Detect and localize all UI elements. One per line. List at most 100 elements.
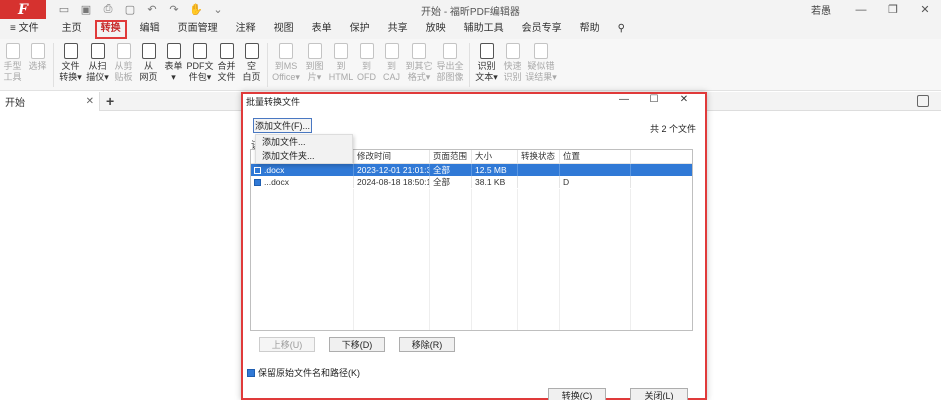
- to-other-format-icon: [412, 43, 426, 59]
- menu-convert[interactable]: 转换: [94, 19, 127, 39]
- ribbon-toolbar: 手型 工具 选择 文件 转换▾ 从扫 描仪▾ 从剪 贴板从网页 表单 ▾ PDF文 件包▾ 合并 文件空白页…: [0, 39, 941, 91]
- close-button[interactable]: 关闭(L): [630, 388, 688, 400]
- restore-icon[interactable]: ❐: [877, 3, 909, 16]
- blank-page-button[interactable]: 空白页: [239, 39, 264, 83]
- form-button[interactable]: 表单 ▾: [161, 39, 186, 83]
- form-label: 表单 ▾: [164, 61, 183, 82]
- redo-icon[interactable]: ↷: [166, 3, 182, 16]
- suspect-results-button[interactable]: 疑似错 误结果▾: [525, 39, 557, 83]
- menu-protect[interactable]: 保护: [341, 19, 379, 39]
- keep-path-label: 保留原始文件名和路径(K): [258, 368, 360, 378]
- add-file-dropdown: 添加文件... 添加文件夹...: [255, 134, 353, 164]
- menu-member[interactable]: 会员专享: [513, 19, 571, 39]
- from-webpage-button[interactable]: 从网页: [136, 39, 161, 83]
- from-scanner-button[interactable]: 从扫 描仪▾: [84, 39, 111, 83]
- select-tool-button[interactable]: 选择: [25, 39, 50, 72]
- file-convert-button[interactable]: 文件 转换▾: [57, 39, 84, 83]
- print-icon[interactable]: ⎙: [100, 3, 116, 16]
- undo-icon[interactable]: ↶: [144, 3, 160, 16]
- keep-path-checkbox[interactable]: [247, 368, 255, 377]
- merge-files-button[interactable]: 合并 文件: [214, 39, 239, 83]
- merge-files-icon: [219, 43, 234, 59]
- table-row[interactable]: ...docx 2024-08-18 18:50:13 全部 38.1 KB D: [251, 176, 692, 188]
- chevron-down-icon[interactable]: ⌄: [210, 3, 226, 16]
- tab-start[interactable]: 开始 ✕: [0, 91, 100, 111]
- quick-ocr-button[interactable]: 快速 识别: [500, 39, 525, 83]
- menu-file[interactable]: ≡ 文件: [0, 19, 53, 39]
- file-name: .docx: [264, 165, 285, 175]
- remove-button[interactable]: 移除(R): [399, 337, 455, 352]
- col-location[interactable]: 位置: [560, 150, 631, 163]
- ribbon-separator: [267, 43, 268, 87]
- close-icon[interactable]: ✕: [909, 3, 941, 16]
- menu-form[interactable]: 表单: [303, 19, 341, 39]
- convert-button[interactable]: 转换(C): [548, 388, 606, 400]
- add-file-button[interactable]: 添加文件(F)...: [253, 118, 312, 133]
- menu-accessibility[interactable]: 辅助工具: [455, 19, 513, 39]
- move-down-button[interactable]: 下移(D): [329, 337, 385, 352]
- dialog-minimize-icon[interactable]: —: [609, 94, 639, 105]
- file-location: [560, 164, 631, 176]
- ribbon-separator: [469, 43, 470, 87]
- page-range[interactable]: 全部: [430, 164, 472, 176]
- menu-add-folder[interactable]: 添加文件夹...: [256, 149, 352, 163]
- save-icon[interactable]: ▣: [78, 3, 94, 16]
- menu-home[interactable]: 主页: [53, 19, 91, 39]
- row-checkbox[interactable]: [254, 167, 261, 174]
- page-range[interactable]: 全部: [430, 176, 472, 188]
- to-html-button[interactable]: 到 HTML: [328, 39, 354, 83]
- new-icon[interactable]: ▢: [122, 3, 138, 16]
- menu-share[interactable]: 共享: [379, 19, 417, 39]
- move-up-button[interactable]: 上移(U): [259, 337, 315, 352]
- to-caj-icon: [384, 43, 399, 59]
- dialog-close-icon[interactable]: ✕: [669, 94, 699, 105]
- menu-comment[interactable]: 注释: [227, 19, 265, 39]
- col-size[interactable]: 大小: [472, 150, 518, 163]
- menu-present[interactable]: 放映: [417, 19, 455, 39]
- quick-ocr-label: 快速 识别: [503, 61, 522, 82]
- menu-add-file[interactable]: 添加文件...: [256, 135, 352, 149]
- dialog-maximize-icon[interactable]: ☐: [639, 94, 669, 105]
- col-status[interactable]: 转换状态: [518, 150, 560, 163]
- table-row[interactable]: .docx 2023-12-01 21:01:37 全部 12.5 MB: [251, 164, 692, 176]
- file-list[interactable]: 修改时间 页面范围 大小 转换状态 位置 .docx 2023-12-01 21…: [250, 149, 693, 331]
- menu-view[interactable]: 视图: [265, 19, 303, 39]
- select-tool-icon: [30, 43, 45, 59]
- to-image-icon: [307, 43, 322, 59]
- ribbon-separator: [53, 43, 54, 87]
- to-caj-label: 到 CAJ: [382, 61, 400, 82]
- col-range[interactable]: 页面范围: [430, 150, 472, 163]
- pdf-portfolio-button[interactable]: PDF文 件包▾: [186, 39, 214, 83]
- title-bar: F ▭ ▣ ⎙ ▢ ↶ ↷ ✋ ⌄ 开始 - 福昕PDF编辑器 若愚 — ❐ ✕: [0, 0, 941, 19]
- col-modified[interactable]: 修改时间: [354, 150, 430, 163]
- new-tab-icon[interactable]: +: [106, 93, 114, 109]
- row-checkbox[interactable]: [254, 179, 261, 186]
- app-logo[interactable]: F: [0, 0, 46, 19]
- hand-tool-button[interactable]: 手型 工具: [0, 39, 25, 83]
- from-webpage-label: 从网页: [139, 61, 158, 82]
- ocr-text-button[interactable]: 识别 文本▾: [473, 39, 500, 83]
- menu-edit[interactable]: 编辑: [131, 19, 169, 39]
- minimize-icon[interactable]: —: [845, 4, 877, 16]
- layout-toggle-icon[interactable]: [917, 95, 929, 107]
- to-caj-button[interactable]: 到 CAJ: [379, 39, 404, 83]
- to-ms-office-button[interactable]: 到MS Office▾: [271, 39, 301, 83]
- modified-time: 2024-08-18 18:50:13: [354, 176, 430, 188]
- from-scanner-label: 从扫 描仪▾: [86, 61, 109, 82]
- open-icon[interactable]: ▭: [56, 3, 72, 16]
- menu-page-manage[interactable]: 页面管理: [169, 19, 227, 39]
- hand-tool-icon[interactable]: ✋: [188, 3, 204, 16]
- menu-help[interactable]: 帮助: [571, 19, 609, 39]
- user-name[interactable]: 若愚: [811, 2, 831, 17]
- search-icon[interactable]: ⚲: [609, 19, 634, 39]
- to-image-label: 到图 片▾: [305, 61, 324, 82]
- from-clipboard-button[interactable]: 从剪 贴板: [111, 39, 136, 83]
- ocr-text-icon: [479, 43, 494, 59]
- file-size: 12.5 MB: [472, 164, 518, 176]
- tab-close-icon[interactable]: ✕: [86, 96, 94, 107]
- to-image-button[interactable]: 到图 片▾: [301, 39, 328, 83]
- to-other-format-button[interactable]: 到其它 格式▾: [404, 39, 434, 83]
- to-ofd-button[interactable]: 到 OFD: [354, 39, 379, 83]
- keep-path-option[interactable]: 保留原始文件名和路径(K): [247, 366, 360, 379]
- export-all-images-button[interactable]: 导出全 部图像: [434, 39, 466, 83]
